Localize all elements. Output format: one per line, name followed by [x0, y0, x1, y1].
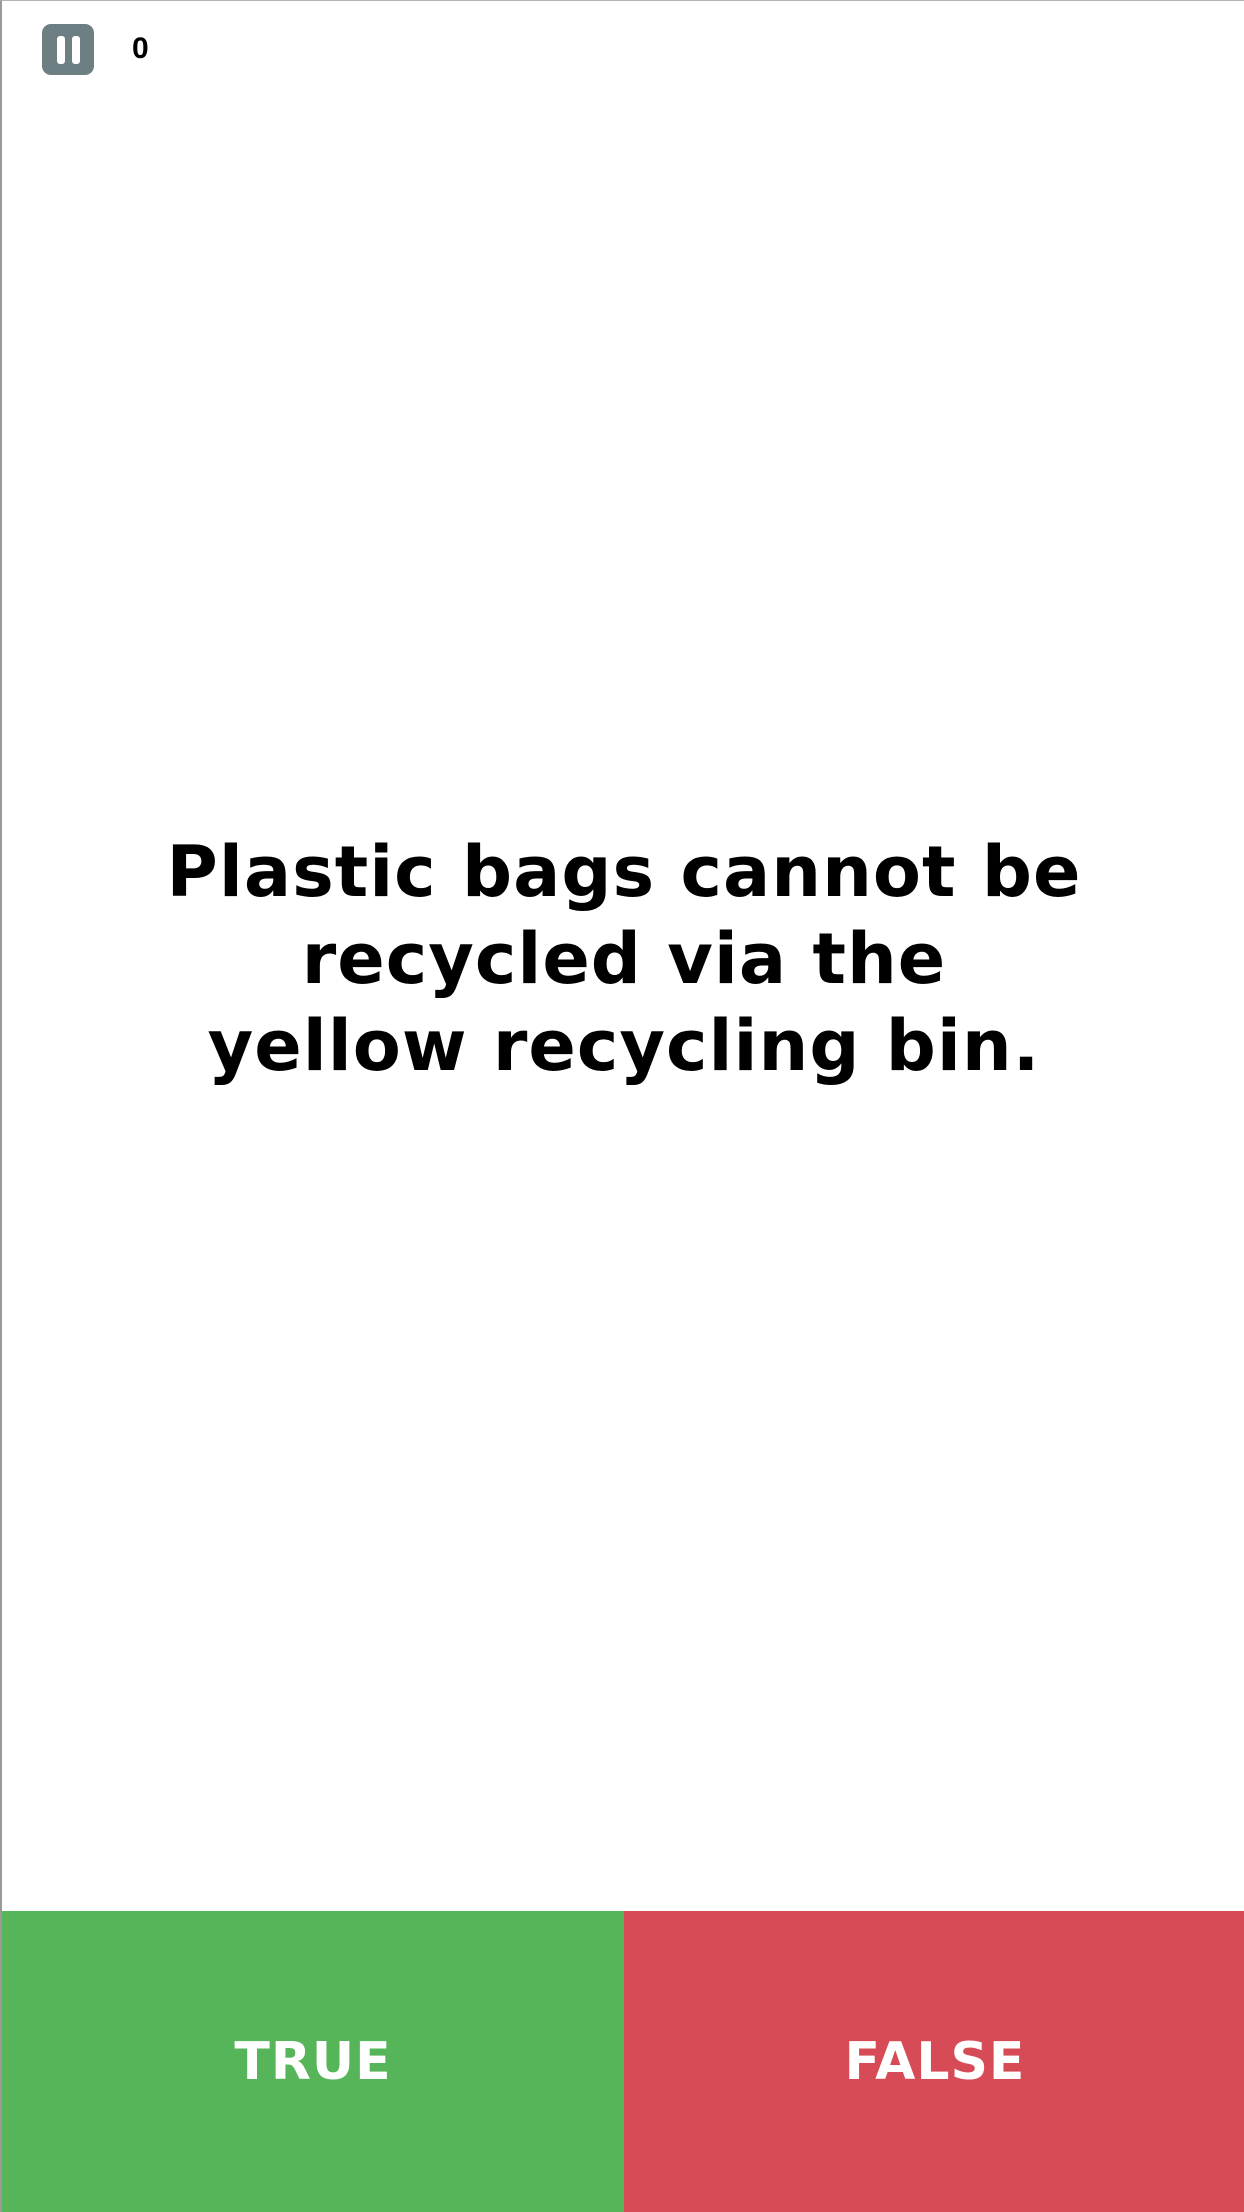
game-screen: 0 Plastic bags cannot be recycled via th… — [0, 0, 1244, 2212]
score-counter: 0 — [132, 32, 149, 65]
pause-button[interactable] — [42, 24, 94, 75]
question-statement: Plastic bags cannot be recycled via the … — [166, 831, 1082, 1087]
pause-icon-bar-left — [56, 35, 65, 64]
pause-icon-bar-right — [71, 35, 80, 64]
true-button[interactable]: TRUE — [2, 1911, 624, 2212]
answer-bar: TRUE FALSE — [2, 1911, 1244, 2212]
false-button[interactable]: FALSE — [624, 1911, 1244, 2212]
